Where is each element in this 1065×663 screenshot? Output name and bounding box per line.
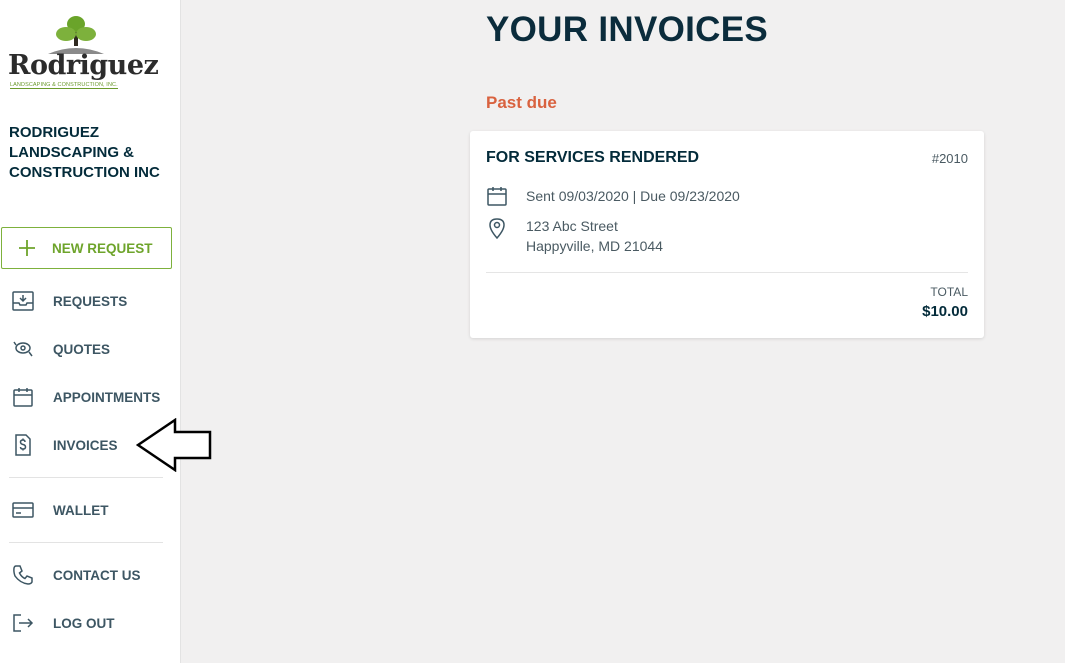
sidebar-item-label: INVOICES: [53, 437, 118, 453]
invoice-dollar-icon: [0, 434, 46, 456]
sidebar-item-label: LOG OUT: [53, 615, 115, 631]
sidebar-divider: [9, 477, 163, 478]
new-request-label: NEW REQUEST: [52, 240, 153, 256]
company-name: RODRIGUEZ LANDSCAPING & CONSTRUCTION INC: [9, 124, 160, 181]
address-line-1: 123 Abc Street: [526, 218, 618, 234]
inbox-download-icon: [0, 291, 46, 311]
invoice-title: FOR SERVICES RENDERED: [486, 149, 700, 166]
plus-icon: [2, 238, 52, 258]
credit-card-icon: [0, 501, 46, 519]
sidebar-item-contact-us[interactable]: CONTACT US: [0, 555, 180, 595]
location-pin-icon: [486, 216, 526, 245]
invoice-dates-row: Sent 09/03/2020 | Due 09/23/2020: [486, 186, 740, 211]
invoice-address-row: 123 Abc Street Happyville, MD 21044: [486, 216, 663, 256]
sidebar-item-label: CONTACT US: [53, 567, 141, 583]
card-divider: [486, 272, 968, 273]
sidebar: Rodriguez LANDSCAPING & CONSTRUCTION, IN…: [0, 0, 181, 663]
logout-icon: [0, 613, 46, 633]
sidebar-item-label: APPOINTMENTS: [53, 389, 161, 405]
phone-icon: [0, 564, 46, 586]
new-request-button[interactable]: NEW REQUEST: [1, 227, 172, 269]
pointer-arrow-icon: [136, 418, 212, 472]
sidebar-item-appointments[interactable]: APPOINTMENTS: [0, 377, 180, 417]
calendar-icon: [0, 387, 46, 407]
invoice-number: #2010: [931, 151, 968, 166]
sidebar-item-label: WALLET: [53, 502, 109, 518]
invoice-address: 123 Abc Street Happyville, MD 21044: [526, 216, 663, 256]
total-label: TOTAL: [930, 285, 968, 299]
sidebar-item-requests[interactable]: REQUESTS: [0, 281, 180, 321]
sidebar-item-wallet[interactable]: WALLET: [0, 490, 180, 530]
invoice-dates: Sent 09/03/2020 | Due 09/23/2020: [526, 188, 740, 204]
calendar-icon: [486, 186, 526, 211]
quote-lasso-icon: [0, 339, 46, 359]
sidebar-item-label: REQUESTS: [53, 293, 128, 309]
page-title: YOUR INVOICES: [486, 10, 769, 49]
total-value: $10.00: [922, 303, 968, 320]
logo-tagline: LANDSCAPING & CONSTRUCTION, INC.: [10, 82, 118, 89]
sidebar-item-label: QUOTES: [53, 341, 111, 357]
sidebar-item-log-out[interactable]: LOG OUT: [0, 603, 180, 643]
sidebar-item-quotes[interactable]: QUOTES: [0, 329, 180, 369]
company-logo[interactable]: Rodriguez LANDSCAPING & CONSTRUCTION, IN…: [8, 12, 159, 94]
past-due-label: Past due: [486, 93, 557, 112]
invoice-card[interactable]: FOR SERVICES RENDERED #2010 Sent 09/03/2…: [470, 131, 984, 338]
sidebar-divider: [9, 542, 163, 543]
address-line-2: Happyville, MD 21044: [526, 238, 663, 254]
logo-wordmark: Rodriguez: [8, 50, 159, 81]
